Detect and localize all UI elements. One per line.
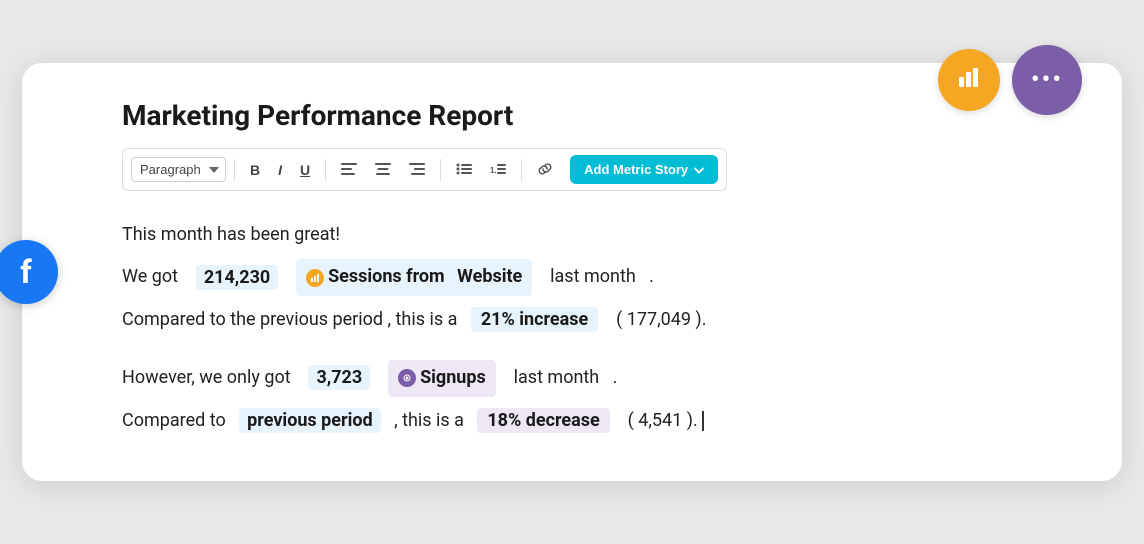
toolbar-divider-1	[234, 159, 235, 181]
formatting-toolbar: Paragraph B I U	[122, 148, 727, 191]
more-options-circle[interactable]: •••	[1012, 45, 1082, 115]
italic-button[interactable]: I	[271, 159, 289, 181]
line4-period: previous period	[239, 408, 381, 433]
line1-suffix: last month	[550, 267, 636, 288]
line1-metric-suffix: Website	[457, 261, 522, 293]
signups-metric-icon	[398, 369, 416, 387]
line3-end: .	[613, 367, 618, 388]
page-title: Marketing Performance Report	[122, 99, 1074, 132]
analytics-icon-circle[interactable]	[938, 49, 1000, 111]
line4-prefix: Compared to	[122, 410, 226, 431]
line3-metric-label: Signups	[420, 362, 486, 394]
svg-text:1.: 1.	[490, 166, 497, 175]
top-icons: •••	[938, 45, 1082, 115]
sessions-metric-icon	[306, 269, 324, 287]
bold-button[interactable]: B	[243, 159, 267, 181]
add-metric-story-label: Add Metric Story	[584, 162, 688, 177]
facebook-icon: f	[20, 253, 31, 291]
line-3: However, we only got 3,723 Signups last …	[122, 360, 1074, 396]
align-left-button[interactable]	[334, 159, 364, 181]
line-1: We got 214,230 Sessions from Website	[122, 259, 1074, 295]
ordered-list-button[interactable]: 1.	[483, 159, 513, 181]
line3-value: 3,723	[308, 365, 370, 390]
link-button[interactable]	[530, 159, 560, 181]
line-2: Compared to the previous period , this i…	[122, 304, 1074, 336]
line3-metric-tag: Signups	[388, 360, 496, 396]
line3-suffix: last month	[514, 367, 600, 388]
align-center-button[interactable]	[368, 159, 398, 181]
text-cursor	[702, 411, 704, 431]
line3-prefix: However, we only got	[122, 367, 291, 388]
line1-prefix: We got	[122, 267, 178, 288]
intro-line: This month has been great!	[122, 219, 1074, 251]
line4-middle: , this is a	[394, 410, 464, 431]
add-metric-story-button[interactable]: Add Metric Story	[570, 155, 718, 184]
align-right-button[interactable]	[402, 159, 432, 181]
line1-metric-label: Sessions from	[328, 261, 445, 293]
unordered-list-button[interactable]	[449, 159, 479, 181]
toolbar-divider-4	[521, 159, 522, 181]
paragraph-select[interactable]: Paragraph	[131, 157, 226, 182]
line4-suffix: ( 4,541 ).	[628, 410, 698, 431]
line2-value: 21% increase	[471, 307, 598, 332]
document-content: This month has been great! We got 214,23…	[122, 219, 1074, 437]
line2-suffix: ( 177,049 ).	[616, 309, 706, 330]
line1-value: 214,230	[196, 265, 278, 290]
toolbar-divider-3	[440, 159, 441, 181]
toolbar-divider-2	[325, 159, 326, 181]
line-4: Compared to previous period , this is a …	[122, 405, 1074, 437]
line2-prefix: Compared to the previous period , this i…	[122, 309, 457, 330]
main-card: f ••• Marketing Performance Report	[22, 63, 1122, 481]
add-metric-chevron-icon	[694, 162, 704, 177]
underline-button[interactable]: U	[293, 159, 317, 181]
line1-end: .	[649, 267, 654, 288]
page-wrapper: f ••• Marketing Performance Report	[22, 63, 1122, 481]
more-options-icon: •••	[1031, 65, 1063, 95]
analytics-icon	[955, 63, 983, 98]
line4-value: 18% decrease	[477, 408, 609, 433]
line1-metric-tag: Sessions from Website	[296, 259, 532, 295]
facebook-badge: f	[0, 240, 58, 304]
